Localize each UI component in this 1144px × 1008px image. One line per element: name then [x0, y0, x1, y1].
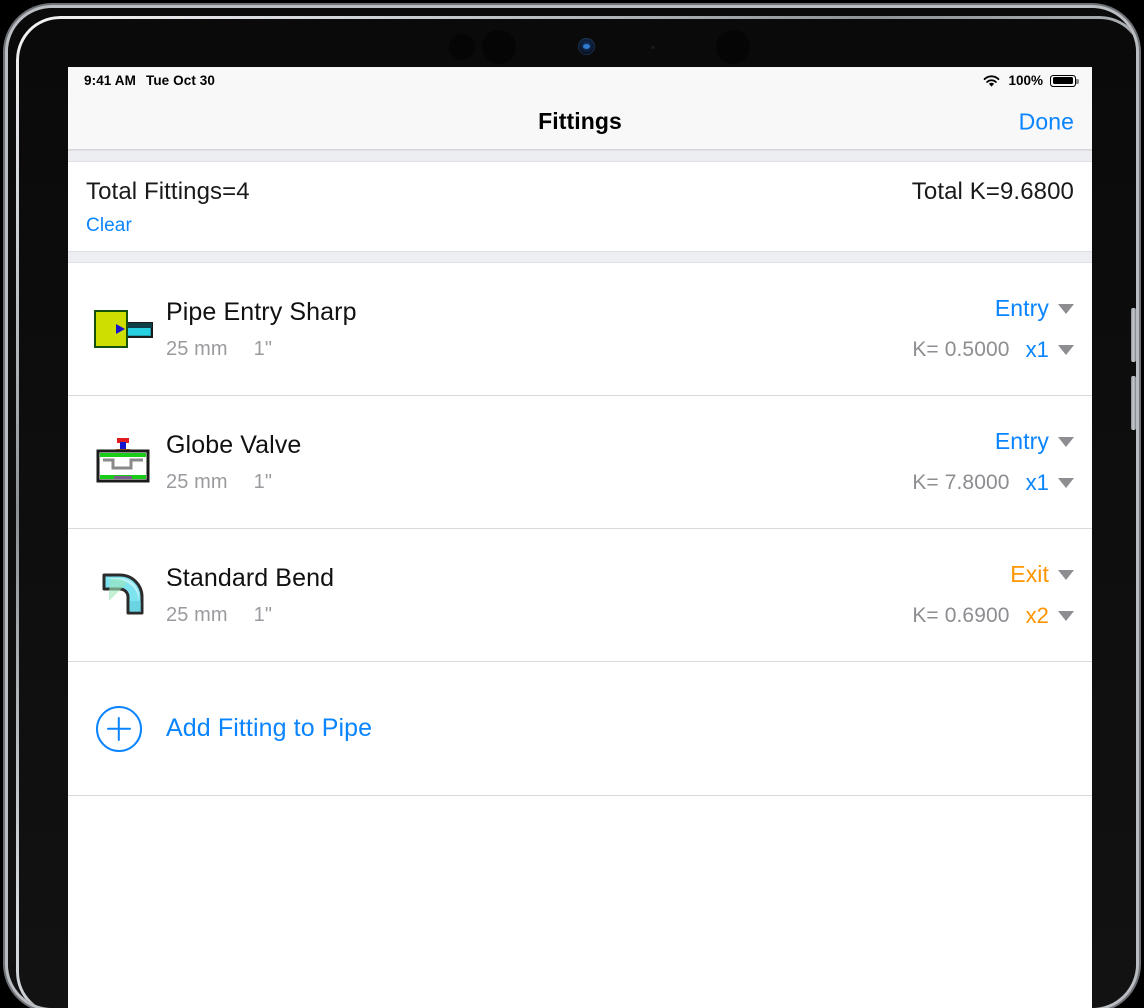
fitting-size-imperial: 1" [253, 603, 273, 626]
fitting-text-block: Globe Valve 25 mm 1" [166, 431, 912, 494]
k-value: K= 0.6900 [912, 604, 1010, 627]
position-picker-line: Entry [995, 295, 1074, 322]
fitting-name: Pipe Entry Sharp [166, 297, 357, 326]
position-label: Exit [1010, 561, 1049, 587]
position-picker[interactable]: Exit [1010, 561, 1074, 588]
status-bar-right: 100% [982, 73, 1079, 88]
section-divider-top [68, 150, 1092, 162]
done-button[interactable]: Done [1019, 108, 1074, 135]
list-bottom-area [68, 796, 1092, 996]
battery-fill [1052, 77, 1073, 84]
fitting-size-metric: 25 mm [166, 603, 228, 626]
position-picker-line: Exit [1010, 561, 1074, 588]
position-label: Entry [994, 428, 1049, 454]
proximity-sensor-icon [482, 30, 516, 64]
chevron-down-icon [1058, 303, 1074, 314]
pipe-entry-sharp-icon [92, 306, 154, 352]
status-date: Tue Oct 30 [145, 73, 215, 88]
summary-totals-row: Total Fittings=4 Total K=9.6800 [86, 178, 1074, 206]
chevron-down-icon [1058, 569, 1074, 580]
k-value: K= 0.5000 [912, 338, 1010, 361]
battery-full-icon [1050, 74, 1079, 87]
status-time: 9:41 AM [84, 73, 136, 88]
status-bar: 9:41 AM Tue Oct 30 100% [68, 67, 1092, 94]
table-row[interactable]: Pipe Entry Sharp 25 mm 1" Entry K= 0.500… [68, 263, 1092, 396]
chevron-down-icon [1058, 611, 1074, 621]
total-fittings-label: Total Fittings=4 [86, 178, 250, 205]
add-fitting-label: Add Fitting to Pipe [166, 714, 373, 742]
fitting-text-block: Standard Bend 25 mm 1" [166, 564, 912, 627]
front-camera-icon [578, 38, 595, 55]
total-k-label: Total K=9.6800 [911, 178, 1074, 205]
summary-section: Total Fittings=4 Total K=9.6800 Clear [68, 162, 1092, 251]
fitting-size: 25 mm 1" [166, 471, 912, 494]
quantity-picker[interactable]: x1 [1026, 470, 1074, 496]
volume-up-button[interactable] [1131, 308, 1136, 362]
tablet-screen: 9:41 AM Tue Oct 30 100% Fittings Done To… [68, 67, 1092, 1008]
tablet-device-frame: 9:41 AM Tue Oct 30 100% Fittings Done To… [8, 8, 1136, 1008]
position-picker[interactable]: Entry [995, 428, 1074, 455]
fitting-controls: Entry K= 7.8000 x1 [912, 428, 1074, 496]
device-top-bezel [16, 16, 1136, 64]
fitting-size-metric: 25 mm [166, 337, 228, 360]
fitting-controls: Entry K= 0.5000 x1 [912, 295, 1074, 363]
fitting-controls: Exit K= 0.6900 x2 [912, 561, 1074, 629]
quantity-picker[interactable]: x1 [1026, 337, 1074, 363]
k-and-count-line: K= 0.5000 x1 [912, 337, 1074, 363]
add-fitting-button[interactable]: Add Fitting to Pipe [68, 662, 1092, 796]
section-divider-list [68, 251, 1092, 263]
wifi-icon [984, 74, 1000, 87]
quantity-label: x1 [1025, 470, 1049, 495]
quantity-label: x2 [1025, 603, 1049, 628]
k-and-count-line: K= 0.6900 x2 [912, 603, 1074, 629]
chevron-down-icon [1058, 436, 1074, 447]
ambient-sensor-icon [449, 34, 475, 60]
position-picker[interactable]: Entry [995, 295, 1074, 322]
k-value: K= 7.8000 [912, 471, 1010, 494]
battery-percent-label: 100% [1008, 73, 1043, 88]
page-title: Fittings [538, 108, 622, 134]
table-row[interactable]: Globe Valve 25 mm 1" Entry K= 7.8000 x1 [68, 396, 1092, 529]
fitting-size: 25 mm 1" [166, 338, 912, 361]
position-picker-line: Entry [995, 428, 1074, 455]
battery-tip [1076, 79, 1079, 84]
camera-glint [583, 44, 590, 49]
fitting-size-imperial: 1" [253, 470, 273, 493]
quantity-label: x1 [1025, 337, 1049, 362]
plus-circle-icon [96, 705, 142, 752]
fitting-size: 25 mm 1" [166, 604, 912, 627]
table-row[interactable]: Standard Bend 25 mm 1" Exit K= 0.6900 x2 [68, 529, 1092, 662]
chevron-down-icon [1058, 478, 1074, 488]
fitting-text-block: Pipe Entry Sharp 25 mm 1" [166, 298, 912, 361]
microphone-icon [651, 46, 655, 49]
fitting-name: Standard Bend [166, 563, 335, 592]
standard-bend-icon [92, 569, 154, 621]
globe-valve-icon [92, 436, 154, 488]
status-bar-left: 9:41 AM Tue Oct 30 [84, 73, 215, 88]
secondary-sensor-icon [716, 30, 750, 64]
volume-down-button[interactable] [1131, 376, 1136, 430]
k-and-count-line: K= 7.8000 x1 [912, 470, 1074, 496]
clear-button[interactable]: Clear [86, 215, 132, 237]
chevron-down-icon [1058, 345, 1074, 355]
quantity-picker[interactable]: x2 [1026, 603, 1074, 629]
fitting-size-metric: 25 mm [166, 470, 228, 493]
position-label: Entry [994, 295, 1049, 321]
fitting-size-imperial: 1" [253, 337, 273, 360]
navigation-bar: Fittings Done [68, 94, 1092, 150]
fitting-name: Globe Valve [166, 430, 302, 459]
